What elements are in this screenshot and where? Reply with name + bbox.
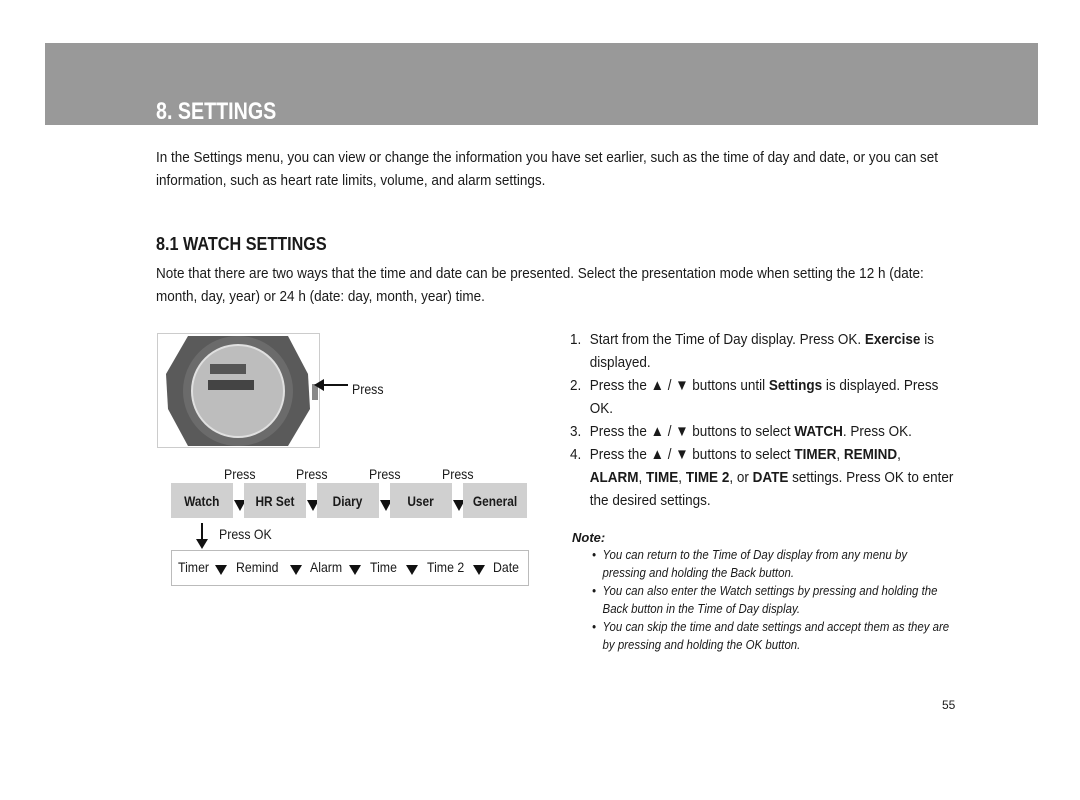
triangle-down-icon <box>473 565 485 575</box>
submenu-item: Date <box>493 559 520 575</box>
step-bold: REMIND <box>843 446 898 463</box>
watch-press-label: Press <box>352 381 384 397</box>
step-number: 2. <box>570 377 582 394</box>
step-bold: Exercise <box>864 331 921 348</box>
step-text: , <box>678 469 686 486</box>
step-item: 2. Press the ▲ / ▼ buttons until Setting… <box>570 374 957 420</box>
page-number: 55 <box>942 698 956 712</box>
menu-box-diary: Diary <box>317 483 379 518</box>
page-title: 8. SETTINGS <box>156 98 277 125</box>
arrow-down-icon <box>196 523 208 549</box>
press-ok-label: Press OK <box>219 526 272 542</box>
step-text: , <box>638 469 647 486</box>
intro-paragraph: In the Settings menu, you can view or ch… <box>156 149 938 189</box>
step-bold: TIME <box>646 469 679 486</box>
submenu-item: Remind <box>236 559 279 575</box>
submenu-item: Time 2 <box>427 559 465 575</box>
step-bold: WATCH <box>794 423 843 440</box>
note-bullet: • You can return to the Time of Day displ… <box>592 546 953 582</box>
step-bold: Settings <box>768 377 823 394</box>
step-number: 4. <box>570 446 582 463</box>
section-title: 8.1 WATCH SETTINGS <box>156 234 327 254</box>
step-item: 4. Press the ▲ / ▼ buttons to select TIM… <box>570 443 957 512</box>
step-item: 1. Start from the Time of Day display. P… <box>570 328 957 374</box>
section-description: Note that there are two ways that the ti… <box>156 265 924 305</box>
menu-label: Diary <box>333 492 363 509</box>
triangle-down-icon <box>406 565 418 575</box>
triangle-down-icon <box>349 565 361 575</box>
step-text: Start from the Time of Day display. Pres… <box>589 331 865 348</box>
note-text: You can also enter the Watch settings by… <box>602 583 938 616</box>
note-label: Note: <box>572 530 606 545</box>
menu-label: HR Set <box>255 492 295 509</box>
step-text: Press the ▲ / ▼ buttons until <box>589 377 769 394</box>
note-bullet: • You can also enter the Watch settings b… <box>592 582 953 618</box>
steps-list: 1. Start from the Time of Day display. P… <box>570 328 957 512</box>
step-number: 1. <box>570 331 582 348</box>
step-bold: DATE <box>752 469 789 486</box>
press-label: Press <box>224 466 256 482</box>
step-number: 3. <box>570 423 582 440</box>
menu-box-watch: Watch <box>171 483 233 518</box>
step-bold: TIME 2 <box>685 469 730 486</box>
submenu-item: Alarm <box>310 559 343 575</box>
step-item: 3. Press the ▲ / ▼ buttons to select WAT… <box>570 420 957 443</box>
press-arrow-icon <box>314 379 348 391</box>
step-bold: ALARM <box>589 469 639 486</box>
menu-box-user: User <box>390 483 452 518</box>
submenu-item: Timer <box>178 559 210 575</box>
note-bullet: • You can skip the time and date settings… <box>592 618 953 654</box>
menu-label: Watch <box>184 492 220 509</box>
press-label: Press <box>369 466 401 482</box>
triangle-down-icon <box>290 565 302 575</box>
step-text: Press the ▲ / ▼ buttons to select <box>589 446 795 463</box>
note-list: • You can return to the Time of Day displ… <box>592 546 953 654</box>
triangle-down-icon <box>215 565 227 575</box>
step-text: Press the ▲ / ▼ buttons to select <box>589 423 795 440</box>
menu-box-hr-set: HR Set <box>244 483 306 518</box>
submenu-item: Time <box>370 559 397 575</box>
menu-box-general: General <box>463 483 527 518</box>
menu-label: User <box>407 492 435 509</box>
step-text: , <box>897 446 901 463</box>
watch-image <box>157 333 320 448</box>
note-text: You can skip the time and date settings … <box>602 619 950 652</box>
press-label: Press <box>442 466 474 482</box>
press-label: Press <box>296 466 328 482</box>
note-text: You can return to the Time of Day displa… <box>602 547 908 580</box>
step-bold: TIMER <box>794 446 837 463</box>
menu-label: General <box>472 492 518 509</box>
step-text: , or <box>729 469 753 486</box>
step-text: . Press OK. <box>842 423 912 440</box>
